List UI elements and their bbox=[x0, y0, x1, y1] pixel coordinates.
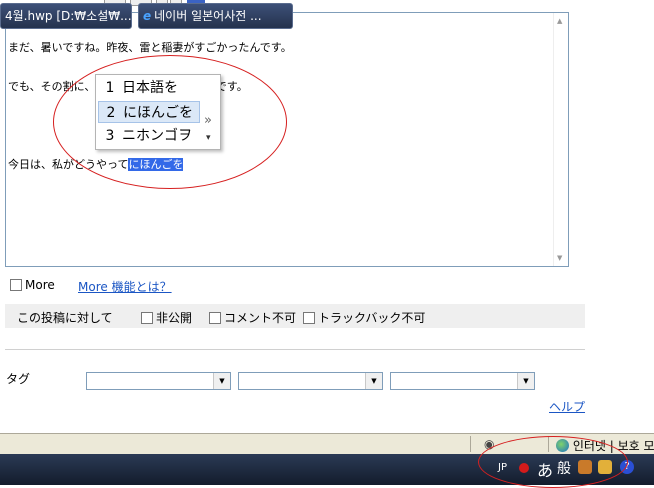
help-link[interactable]: ヘルプ bbox=[549, 398, 585, 415]
more-checkbox[interactable] bbox=[10, 279, 22, 291]
post-settings-bar: この投稿に対して 非公開 コメント不可 トラックバック不可 bbox=[5, 304, 585, 328]
no-comment-checkbox[interactable] bbox=[209, 312, 221, 324]
taskbar-item-hwp[interactable]: 4월.hwp [D:₩소설₩... bbox=[0, 3, 132, 29]
private-label: 非公開 bbox=[156, 311, 193, 325]
no-trackback-option[interactable]: トラックバック不可 bbox=[303, 309, 425, 326]
chevron-down-icon[interactable]: ▼ bbox=[365, 373, 382, 389]
post-settings-label: この投稿に対して bbox=[17, 311, 113, 325]
no-trackback-checkbox[interactable] bbox=[303, 312, 315, 324]
more-label: More bbox=[25, 278, 55, 292]
tag-select-2[interactable]: ▼ bbox=[238, 372, 383, 390]
editor-line: まだ、暑いですね。昨夜、雷と稲妻がすごかったんです。 bbox=[8, 41, 292, 54]
tag-select-3[interactable]: ▼ bbox=[390, 372, 535, 390]
task-label: 4월.hwp [D:₩소설₩... bbox=[5, 9, 132, 23]
scroll-up-icon[interactable]: ▲ bbox=[557, 17, 562, 25]
annotation-ellipse bbox=[478, 436, 628, 488]
private-option[interactable]: 非公開 bbox=[141, 309, 192, 326]
more-info-link[interactable]: More 機能とは？ bbox=[78, 278, 172, 295]
tag-select-1[interactable]: ▼ bbox=[86, 372, 231, 390]
scroll-down-icon[interactable]: ▼ bbox=[557, 254, 562, 262]
editor-scrollbar[interactable]: ▲ ▼ bbox=[553, 13, 568, 266]
chevron-down-icon[interactable]: ▼ bbox=[213, 373, 230, 389]
status-separator bbox=[470, 436, 471, 452]
internet-explorer-icon: e bbox=[143, 9, 152, 23]
more-option[interactable]: More bbox=[10, 278, 55, 292]
taskbar-item-browser[interactable]: e 네이버 일본어사전 ... bbox=[138, 3, 293, 29]
annotation-ellipse bbox=[53, 55, 287, 189]
task-label: 네이버 일본어사전 ... bbox=[154, 9, 262, 23]
private-checkbox[interactable] bbox=[141, 312, 153, 324]
no-comment-label: コメント不可 bbox=[224, 311, 297, 325]
tag-label: タグ bbox=[6, 372, 31, 386]
no-comment-option[interactable]: コメント不可 bbox=[209, 309, 296, 326]
no-trackback-label: トラックバック不可 bbox=[318, 311, 426, 325]
chevron-down-icon[interactable]: ▼ bbox=[517, 373, 534, 389]
divider bbox=[5, 349, 585, 350]
